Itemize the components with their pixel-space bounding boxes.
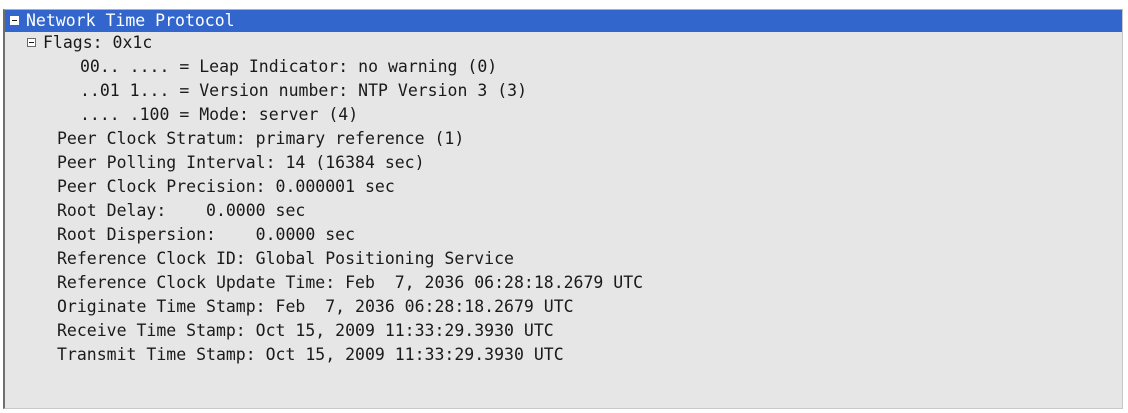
tree-row-label: Originate Time Stamp: Feb 7, 2036 06:28:… xyxy=(57,297,574,316)
tree-row-leap-indicator[interactable]: 00.. .... = Leap Indicator: no warning (… xyxy=(5,56,497,78)
tree-row-polling-interval[interactable]: Peer Polling Interval: 14 (16384 sec) xyxy=(5,152,425,174)
tree-row-root-delay[interactable]: Root Delay: 0.0000 sec xyxy=(5,200,305,222)
tree-row-label: Peer Clock Stratum: primary reference (1… xyxy=(57,129,465,148)
tree-row-label: Transmit Time Stamp: Oct 15, 2009 11:33:… xyxy=(57,345,564,364)
tree-row-reference-clock-id[interactable]: Reference Clock ID: Global Positioning S… xyxy=(5,248,514,270)
tree-row-label: Peer Polling Interval: 14 (16384 sec) xyxy=(57,153,425,172)
tree-row-ntp[interactable]: Network Time Protocol xyxy=(5,10,1122,32)
tree-row-label: Reference Clock Update Time: Feb 7, 2036… xyxy=(57,273,644,292)
tree-row-version[interactable]: ..01 1... = Version number: NTP Version … xyxy=(5,80,527,102)
tree-row-label: Receive Time Stamp: Oct 15, 2009 11:33:2… xyxy=(57,321,554,340)
tree-row-receive-time[interactable]: Receive Time Stamp: Oct 15, 2009 11:33:2… xyxy=(5,320,554,342)
tree-row-label: ..01 1... = Version number: NTP Version … xyxy=(80,81,528,100)
packet-details-pane[interactable]: Network Time Protocol Flags: 0x1c 00.. .… xyxy=(3,9,1123,409)
tree-row-flags[interactable]: Flags: 0x1c xyxy=(5,32,152,54)
tree-row-label: Network Time Protocol xyxy=(26,11,235,30)
tree-row-label: Flags: 0x1c xyxy=(43,33,153,52)
collapse-minus-icon[interactable] xyxy=(27,38,36,47)
tree-row-label: Peer Clock Precision: 0.000001 sec xyxy=(57,177,395,196)
collapse-minus-icon[interactable] xyxy=(10,16,19,25)
tree-row-mode[interactable]: .... .100 = Mode: server (4) xyxy=(5,104,358,126)
tree-row-label: Root Dispersion: 0.0000 sec xyxy=(57,225,356,244)
tree-row-label: Root Delay: 0.0000 sec xyxy=(57,201,306,220)
tree-row-label: 00.. .... = Leap Indicator: no warning (… xyxy=(80,57,498,76)
tree-row-label: .... .100 = Mode: server (4) xyxy=(80,105,359,124)
tree-row-precision[interactable]: Peer Clock Precision: 0.000001 sec xyxy=(5,176,395,198)
tree-row-transmit-time[interactable]: Transmit Time Stamp: Oct 15, 2009 11:33:… xyxy=(5,344,564,366)
tree-row-label: Reference Clock ID: Global Positioning S… xyxy=(57,249,514,268)
tree-row-reference-update-time[interactable]: Reference Clock Update Time: Feb 7, 2036… xyxy=(5,272,643,294)
tree-row-originate-time[interactable]: Originate Time Stamp: Feb 7, 2036 06:28:… xyxy=(5,296,574,318)
tree-row-stratum[interactable]: Peer Clock Stratum: primary reference (1… xyxy=(5,128,464,150)
tree-row-root-dispersion[interactable]: Root Dispersion: 0.0000 sec xyxy=(5,224,355,246)
